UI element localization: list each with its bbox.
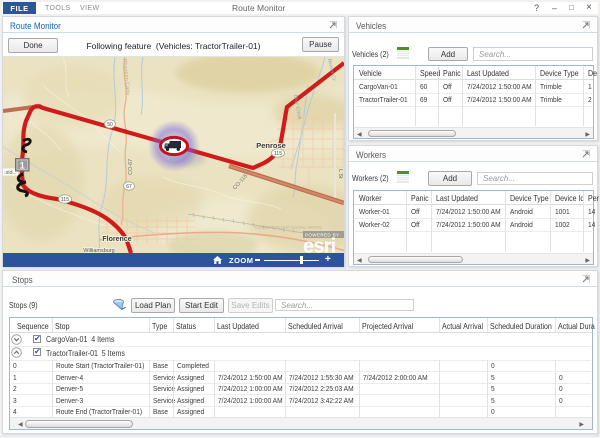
svg-text:Penrose: Penrose xyxy=(256,141,286,150)
svg-text:67: 67 xyxy=(126,184,132,190)
svg-text:115: 115 xyxy=(274,151,282,157)
svg-text:esri: esri xyxy=(303,236,336,254)
svg-text:50: 50 xyxy=(107,122,113,128)
svg-text:Florence: Florence xyxy=(102,236,131,243)
svg-text:.sid..: .sid.. xyxy=(4,170,16,176)
svg-text:115: 115 xyxy=(61,197,69,203)
svg-text:1: 1 xyxy=(20,161,25,171)
svg-text:CO-67: CO-67 xyxy=(128,159,134,175)
svg-text:Copyright:© 2013 Esri, DeLorme: Copyright:© 2013 Esri, DeLorme, NAVTEQ xyxy=(255,226,322,230)
svg-text:L St: L St xyxy=(337,169,343,179)
